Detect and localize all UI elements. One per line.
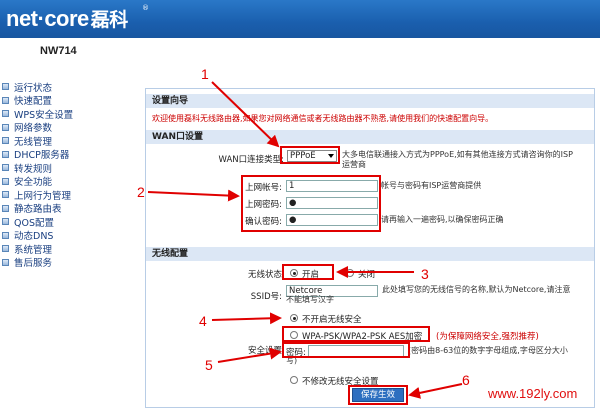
sidebar-item[interactable]: 动态DNS bbox=[2, 229, 137, 243]
annotation-number-4: 4 bbox=[199, 313, 207, 329]
menu-bullet-icon bbox=[2, 191, 9, 199]
sidebar-item-label: 转发规则 bbox=[14, 163, 53, 175]
wan-section-title: WAN口设置 bbox=[146, 130, 594, 144]
menu-bullet-icon bbox=[2, 258, 9, 266]
security-keep-radio[interactable] bbox=[290, 376, 298, 384]
annotation-box-3 bbox=[282, 264, 334, 280]
sidebar-item[interactable]: QOS配置 bbox=[2, 215, 137, 229]
registered-mark: ® bbox=[142, 4, 149, 12]
sidebar-item-label: DHCP服务器 bbox=[14, 150, 70, 162]
ssid-label: SSID号: bbox=[250, 292, 282, 302]
menu-bullet-icon bbox=[2, 177, 9, 185]
annotation-box-5 bbox=[282, 342, 410, 358]
menu-bullet-icon bbox=[2, 96, 9, 104]
sidebar-item[interactable]: 运行状态 bbox=[2, 80, 137, 94]
security-none-label: 不开启无线安全 bbox=[302, 315, 362, 325]
annotation-box-2 bbox=[241, 175, 381, 232]
wireless-section-title: 无线配置 bbox=[146, 247, 594, 261]
sidebar-item[interactable]: DHCP服务器 bbox=[2, 148, 137, 162]
brand-logo: net·core 磊科 bbox=[6, 6, 128, 31]
menu-bullet-icon bbox=[2, 150, 9, 158]
annotation-number-2: 2 bbox=[137, 184, 145, 200]
security-label: 安全设置 bbox=[247, 346, 282, 356]
sidebar-item[interactable]: 静态路由表 bbox=[2, 202, 137, 216]
sidebar-item-label: 无线管理 bbox=[14, 136, 53, 148]
confirm-password-note: 请再输入一遍密码,以确保密码正确 bbox=[381, 215, 504, 224]
sidebar-item-label: 安全功能 bbox=[14, 177, 53, 189]
model-name: NW714 bbox=[40, 45, 77, 57]
sidebar-item[interactable]: 系统管理 bbox=[2, 242, 137, 256]
security-wpa-note: (为保障网络安全,强烈推荐) bbox=[436, 332, 539, 342]
wireless-off-radio[interactable] bbox=[346, 269, 354, 277]
key-note: (密码由8-63位的数字字母组成,字母区分大小 bbox=[408, 346, 568, 355]
menu-bullet-icon bbox=[2, 245, 9, 253]
sidebar-item[interactable]: 网络参数 bbox=[2, 121, 137, 135]
wireless-status-label: 无线状态 bbox=[247, 270, 282, 280]
watermark: www.192ly.com bbox=[488, 386, 578, 401]
annotation-box-4 bbox=[282, 326, 430, 342]
top-banner: net·core 磊科 ® bbox=[0, 0, 600, 38]
sidebar-item-label: 运行状态 bbox=[14, 82, 53, 94]
ssid-note: 此处填写您的无线信号的名称,默认为Netcore,请注意 不能填写汉字 bbox=[286, 285, 571, 304]
menu-bullet-icon bbox=[2, 137, 9, 145]
sidebar-item-label: 动态DNS bbox=[14, 231, 54, 243]
sidebar-item-label: 静态路由表 bbox=[14, 204, 62, 216]
sidebar-item[interactable]: 安全功能 bbox=[2, 175, 137, 189]
menu-bullet-icon bbox=[2, 231, 9, 239]
sidebar-item-label: 快速配置 bbox=[14, 96, 53, 108]
sidebar-item-label: QOS配置 bbox=[14, 217, 54, 229]
sidebar-menu: 运行状态快速配置 WPS安全设置 网络参数 无线管理 DHCP服务器 转发规则安全功能 上网… bbox=[2, 80, 137, 269]
menu-bullet-icon bbox=[2, 110, 9, 118]
security-none-radio[interactable] bbox=[290, 314, 298, 322]
sidebar-item[interactable]: WPS安全设置 bbox=[2, 107, 137, 121]
annotation-number-6: 6 bbox=[462, 372, 470, 388]
wizard-title: 设置向导 bbox=[146, 94, 594, 108]
menu-bullet-icon bbox=[2, 83, 9, 91]
sidebar-item[interactable]: 无线管理 bbox=[2, 134, 137, 148]
sidebar-item[interactable]: 上网行为管理 bbox=[2, 188, 137, 202]
annotation-box-1 bbox=[280, 146, 340, 164]
wireless-off-label: 关闭 bbox=[358, 270, 376, 280]
annotation-number-1: 1 bbox=[201, 66, 209, 82]
menu-bullet-icon bbox=[2, 204, 9, 212]
wan-type-note: 大多电信联通接入方式为PPPoE,如有其他连接方式请咨询你的ISP 运营商 bbox=[342, 150, 573, 169]
account-note: 帐号与密码有ISP运营商提供 bbox=[381, 181, 482, 190]
sidebar-item-label: 上网行为管理 bbox=[14, 190, 72, 202]
sidebar-item-label: 系统管理 bbox=[14, 244, 53, 256]
menu-bullet-icon bbox=[2, 218, 9, 226]
wizard-hint: 欢迎使用磊科无线路由器,如果您对网络通信或者无线路由器不熟悉,请使用我们的快速配… bbox=[152, 114, 494, 123]
menu-bullet-icon bbox=[2, 164, 9, 172]
annotation-number-3: 3 bbox=[421, 266, 429, 282]
sidebar-item[interactable]: 快速配置 bbox=[2, 94, 137, 108]
sidebar-item-label: 网络参数 bbox=[14, 123, 53, 135]
sidebar-item[interactable]: 转发规则 bbox=[2, 161, 137, 175]
annotation-number-5: 5 bbox=[205, 357, 213, 373]
menu-bullet-icon bbox=[2, 123, 9, 131]
wan-type-label: WAN口连接类型: bbox=[218, 155, 284, 165]
sidebar-item[interactable]: 售后服务 bbox=[2, 256, 137, 270]
sidebar-item-label: WPS安全设置 bbox=[14, 109, 74, 121]
annotation-box-6 bbox=[348, 385, 408, 405]
sidebar-item-label: 售后服务 bbox=[14, 258, 53, 270]
